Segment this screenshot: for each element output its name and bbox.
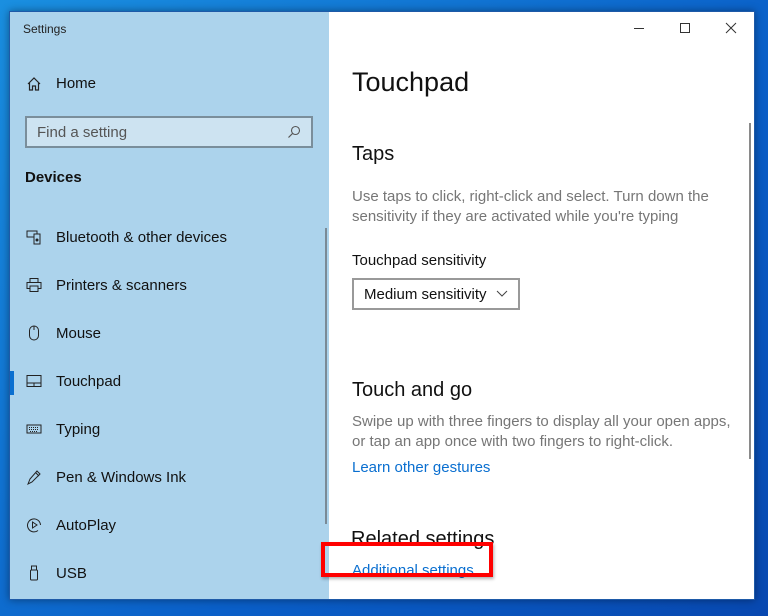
sidebar-item-touchpad[interactable]: Touchpad (10, 363, 320, 399)
sensitivity-value: Medium sensitivity (364, 285, 487, 303)
content-scrollbar[interactable] (749, 123, 751, 459)
sidebar-item-label: AutoPlay (56, 516, 117, 534)
sidebar-item-label: Touchpad (56, 372, 122, 390)
taps-heading: Taps (352, 143, 395, 165)
touchpad-icon (10, 373, 56, 389)
chevron-down-icon (496, 290, 508, 297)
autoplay-icon (10, 517, 56, 533)
sidebar-item-label: Bluetooth & other devices (56, 228, 227, 246)
sensitivity-dropdown[interactable]: Medium sensitivity (352, 278, 520, 310)
minimize-button[interactable] (616, 12, 662, 44)
sidebar-item-label: Pen & Windows Ink (56, 468, 187, 486)
sidebar-item-label: Printers & scanners (56, 276, 187, 294)
content-pane: Touchpad Taps Use taps to click, right-c… (329, 12, 754, 599)
settings-window: Settings Home Find a setting Devices Blu… (9, 11, 755, 600)
taps-description: Use taps to click, right-click and selec… (352, 188, 709, 225)
search-input[interactable]: Find a setting (25, 116, 313, 148)
sidebar-item-printers[interactable]: Printers & scanners (10, 267, 320, 303)
pen-icon (10, 469, 56, 485)
home-label: Home (56, 75, 97, 92)
highlight-box (321, 542, 493, 577)
sensitivity-label: Touchpad sensitivity (352, 252, 487, 269)
printer-icon (10, 277, 56, 293)
sidebar-item-pen[interactable]: Pen & Windows Ink (10, 459, 320, 495)
maximize-icon (680, 23, 690, 33)
mouse-icon (10, 325, 56, 341)
learn-gestures-link[interactable]: Learn other gestures (352, 459, 490, 476)
sidebar-item-autoplay[interactable]: AutoPlay (10, 507, 320, 543)
section-heading: Devices (25, 169, 82, 186)
sidebar-home[interactable]: Home (26, 75, 96, 92)
window-title: Settings (23, 22, 67, 36)
close-icon (725, 22, 737, 34)
page-title: Touchpad (352, 67, 470, 97)
bluetooth-devices-icon (10, 229, 56, 245)
sidebar-item-label: Typing (56, 420, 101, 438)
minimize-icon (634, 28, 644, 29)
sidebar-item-usb[interactable]: USB (10, 555, 320, 591)
touch-and-go-description: Swipe up with three fingers to display a… (352, 413, 731, 450)
search-placeholder: Find a setting (37, 123, 128, 141)
search-icon (288, 125, 301, 138)
sidebar-item-mouse[interactable]: Mouse (10, 315, 320, 351)
sidebar: Settings Home Find a setting Devices Blu… (10, 12, 329, 599)
keyboard-icon (10, 421, 56, 437)
home-icon (27, 76, 41, 91)
sidebar-item-bluetooth[interactable]: Bluetooth & other devices (10, 219, 320, 255)
sidebar-item-typing[interactable]: Typing (10, 411, 320, 447)
touch-and-go-heading: Touch and go (352, 379, 473, 401)
sidebar-item-label: Mouse (56, 324, 102, 342)
maximize-button[interactable] (662, 12, 708, 44)
close-button[interactable] (708, 12, 754, 44)
sidebar-scrollbar[interactable] (325, 228, 327, 524)
sidebar-item-label: USB (56, 564, 87, 582)
usb-icon (10, 565, 56, 581)
